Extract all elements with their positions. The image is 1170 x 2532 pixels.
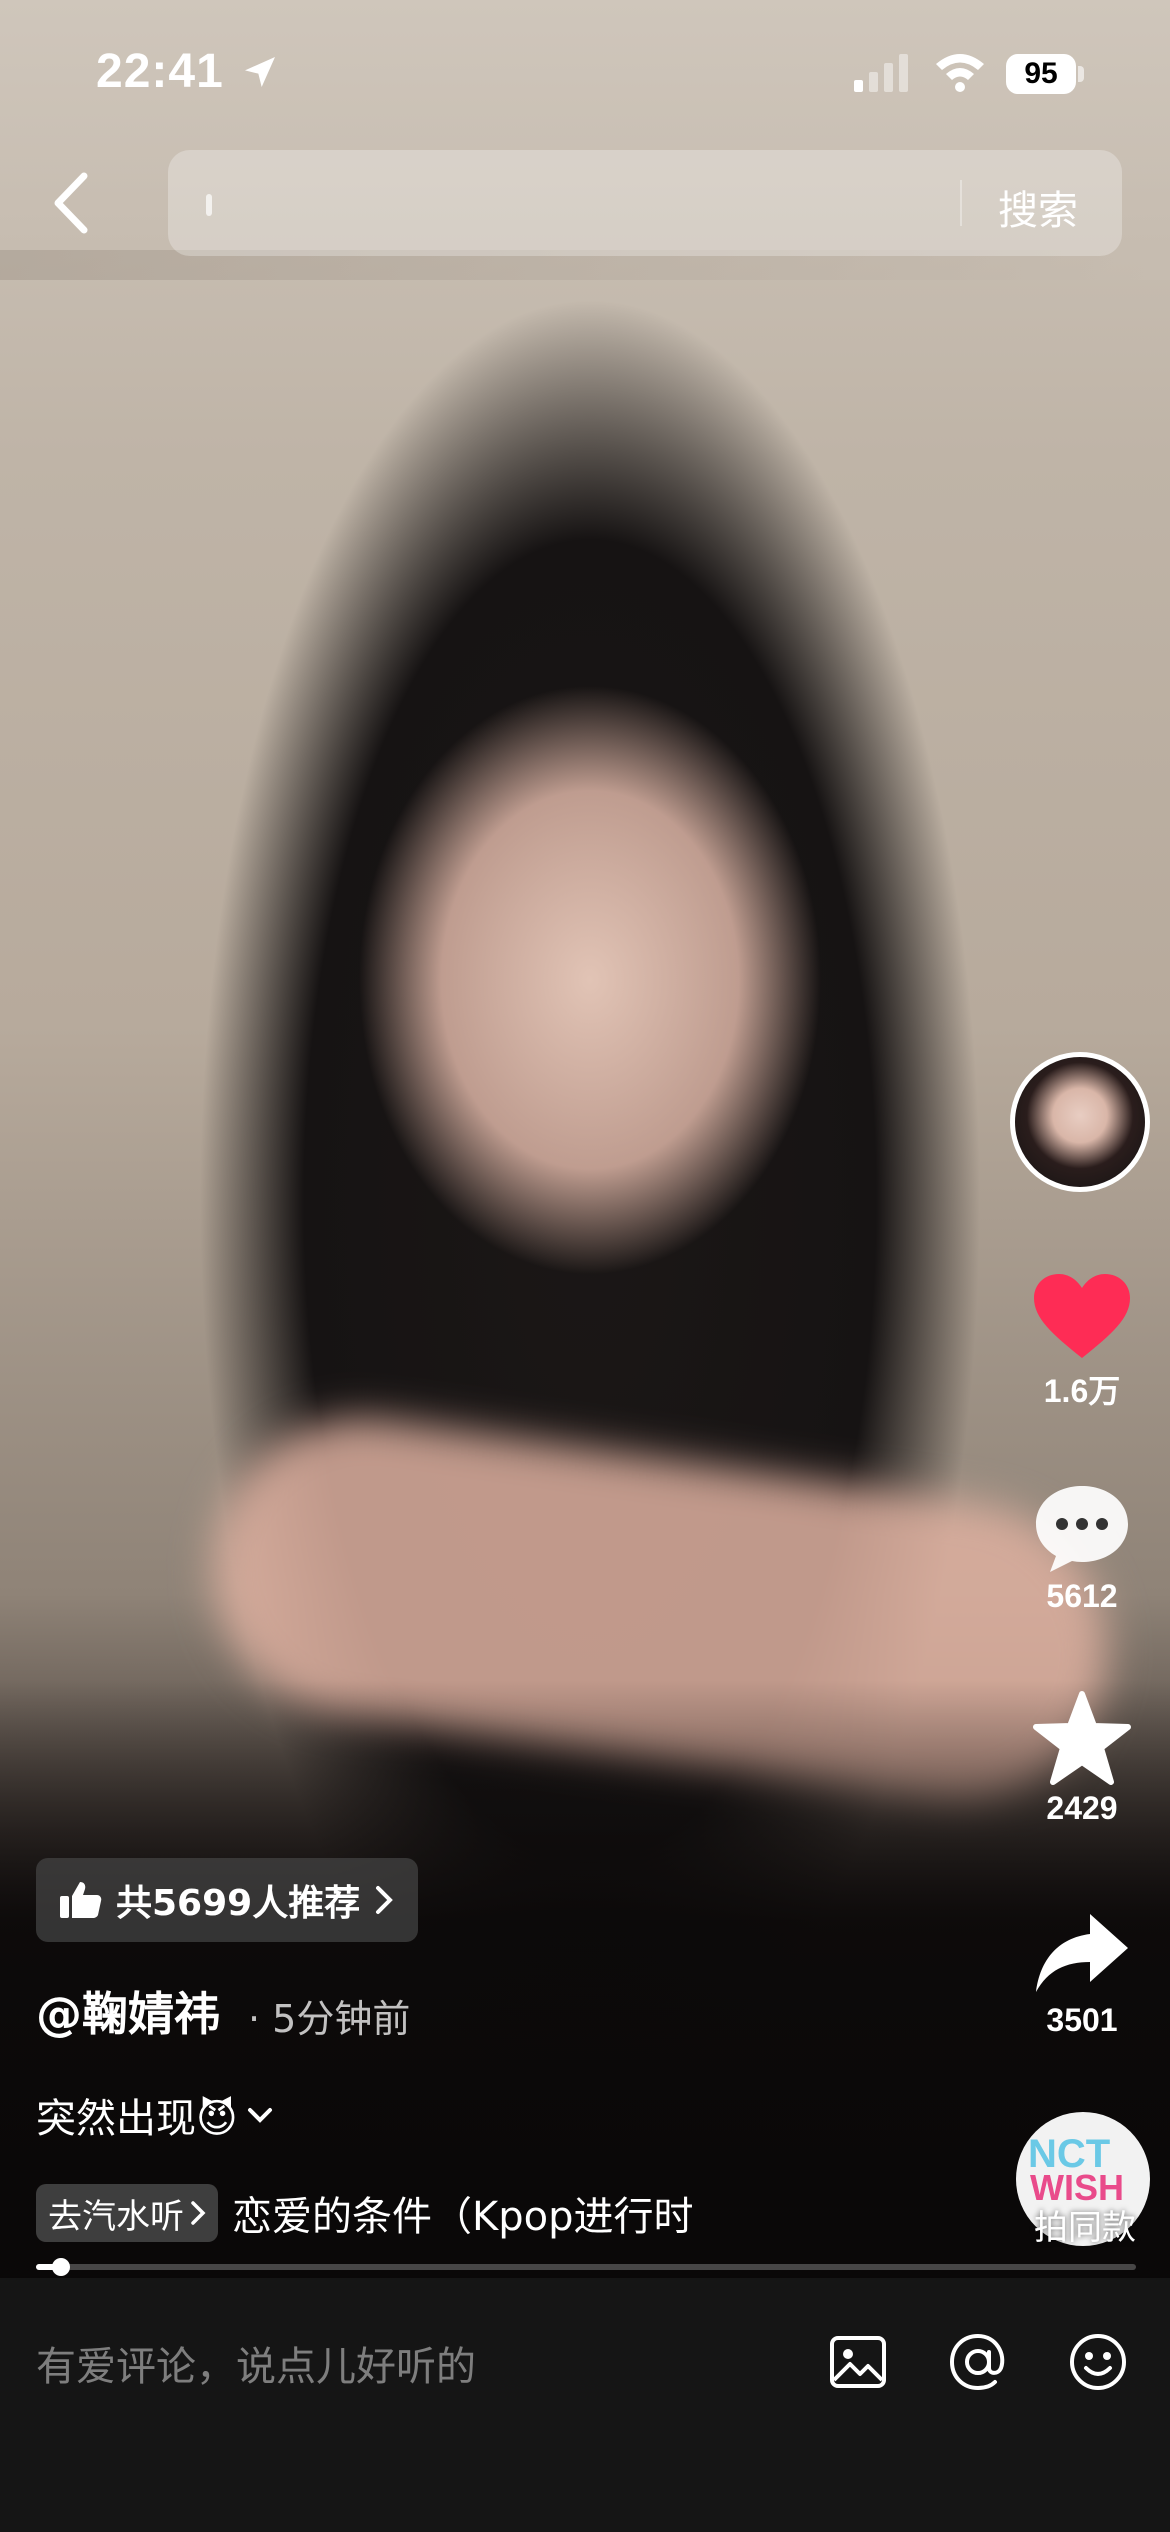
thumbs-up-icon: [60, 1882, 102, 1918]
wifi-icon: [936, 54, 984, 92]
comment-bubble-icon: [1036, 1486, 1128, 1572]
video-progress-bar[interactable]: [36, 2258, 1136, 2276]
share-button[interactable]: 3501: [1012, 1908, 1152, 2039]
chevron-down-icon[interactable]: [246, 2105, 274, 2125]
comment-count: 5612: [1046, 1578, 1118, 1614]
signal-icon: [854, 54, 908, 92]
search-input[interactable]: [228, 172, 932, 236]
search-divider: [960, 180, 962, 226]
heart-icon: [1034, 1274, 1130, 1358]
at-icon[interactable]: [946, 2330, 1010, 2394]
share-arrow-icon: [1036, 1914, 1128, 1992]
battery-level: 95: [1006, 54, 1076, 94]
search-caret: [206, 194, 212, 216]
progress-knob[interactable]: [52, 2258, 70, 2276]
post-time: · 5分钟前: [248, 1997, 411, 2041]
favorite-button[interactable]: 2429: [1012, 1690, 1152, 1827]
recommend-text: 共5699人推荐: [116, 1883, 361, 1924]
star-icon: [1033, 1691, 1131, 1785]
location-arrow-icon: [245, 57, 275, 87]
search-bar[interactable]: 搜索: [168, 150, 1122, 256]
music-tag-text: 去汽水听: [48, 2196, 184, 2237]
use-sound-label[interactable]: 拍同款: [1020, 2200, 1150, 2249]
image-icon[interactable]: [826, 2330, 890, 2394]
search-button[interactable]: 搜索: [998, 178, 1078, 236]
chevron-right-icon: [376, 1886, 394, 1914]
status-bar: 22:41 95: [0, 0, 1170, 140]
emoji-icon[interactable]: [1066, 2330, 1130, 2394]
comment-input[interactable]: 有爱评论，说点儿好听的: [36, 2334, 476, 2392]
recommend-chip[interactable]: 共5699人推荐: [36, 1858, 419, 1942]
music-app-tag[interactable]: 去汽水听: [36, 2184, 218, 2242]
like-button[interactable]: 1.6万: [1012, 1272, 1152, 1412]
caption-text: 突然出现😈: [36, 2096, 238, 2142]
author-avatar[interactable]: [1010, 1052, 1150, 1192]
video-caption[interactable]: 突然出现😈: [36, 2086, 274, 2144]
chevron-right-icon: [191, 2201, 206, 2225]
share-count: 3501: [1046, 2002, 1118, 2038]
comment-button[interactable]: 5612: [1012, 1482, 1152, 1615]
battery-icon: 95: [1006, 54, 1086, 98]
favorite-count: 2429: [1046, 1790, 1118, 1826]
music-row[interactable]: 去汽水听 恋爱的条件（Kpop进行时: [36, 2184, 712, 2242]
author-name[interactable]: @鞠婧祎: [36, 1978, 220, 2044]
like-count: 1.6万: [1043, 1373, 1121, 1409]
comment-bar[interactable]: 有爱评论，说点儿好听的: [0, 2278, 1170, 2532]
status-time: 22:41: [96, 45, 224, 98]
music-title[interactable]: 恋爱的条件（Kpop进行时: [232, 2184, 712, 2242]
back-chevron-icon[interactable]: [40, 168, 100, 238]
